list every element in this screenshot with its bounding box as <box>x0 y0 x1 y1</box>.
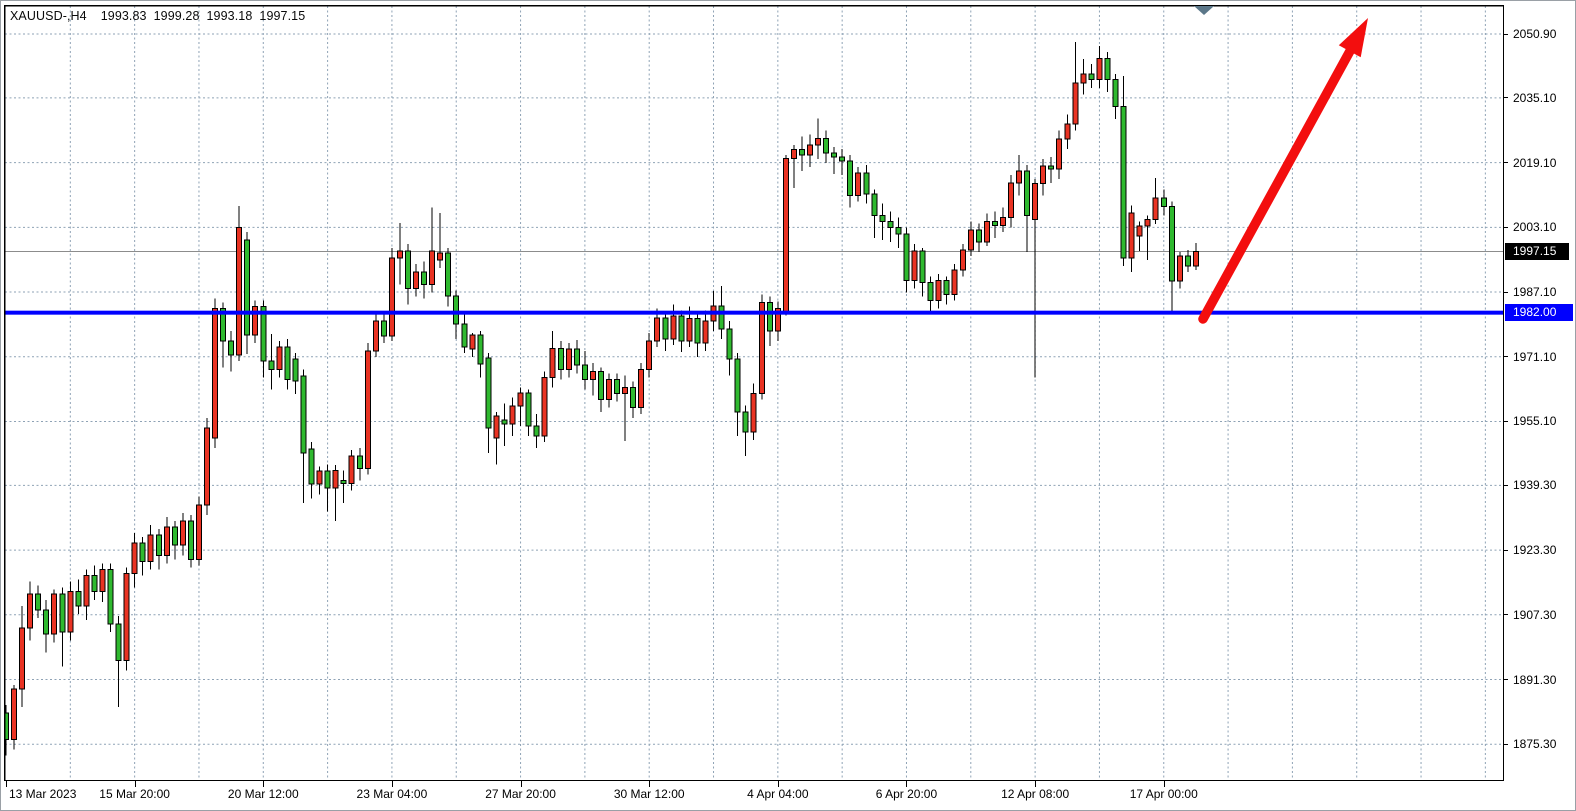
time-axis-label: 23 Mar 04:00 <box>347 787 437 801</box>
ohlc-readout: XAUUSD-,H4 1993.83 1999.28 1993.18 1997.15 <box>10 9 312 23</box>
price-axis-tick <box>1504 614 1508 615</box>
price-axis-tick <box>1504 485 1508 486</box>
price-axis-label: 2050.90 <box>1513 27 1556 41</box>
low-value: 1993.18 <box>207 9 253 23</box>
price-axis-tick <box>1504 744 1508 745</box>
time-axis-label: 6 Apr 20:00 <box>861 787 951 801</box>
time-axis-label: 27 Mar 20:00 <box>476 787 566 801</box>
price-axis-label: 1891.30 <box>1513 673 1556 687</box>
support-level-badge: 1982.00 <box>1505 304 1573 321</box>
price-axis-tick <box>1504 162 1508 163</box>
price-axis-tick <box>1504 34 1508 35</box>
price-axis-label: 1971.10 <box>1513 350 1556 364</box>
price-axis-label: 1987.10 <box>1513 285 1556 299</box>
chart-plot-area[interactable] <box>4 5 1504 781</box>
time-axis-label: 20 Mar 12:00 <box>218 787 308 801</box>
time-axis-label: 17 Apr 00:00 <box>1119 787 1209 801</box>
price-axis-tick <box>1504 679 1508 680</box>
time-axis-label: 12 Apr 08:00 <box>990 787 1080 801</box>
time-axis-tick <box>6 781 7 787</box>
price-axis-label: 1923.30 <box>1513 543 1556 557</box>
time-axis-label: 30 Mar 12:00 <box>604 787 694 801</box>
price-axis-tick <box>1504 227 1508 228</box>
price-axis-label: 2035.10 <box>1513 91 1556 105</box>
price-axis-tick <box>1504 550 1508 551</box>
support-line[interactable] <box>5 311 1503 315</box>
price-axis-label: 1939.30 <box>1513 478 1556 492</box>
chart-shift-indicator-icon[interactable] <box>1194 6 1214 15</box>
price-axis-label: 2003.10 <box>1513 220 1556 234</box>
time-axis-label: 4 Apr 04:00 <box>733 787 823 801</box>
close-value: 1997.15 <box>259 9 305 23</box>
price-axis-tick <box>1504 292 1508 293</box>
price-axis-tick <box>1504 97 1508 98</box>
time-axis-label: 15 Mar 20:00 <box>90 787 180 801</box>
candles-group <box>4 42 1198 755</box>
price-axis-label: 1955.10 <box>1513 414 1556 428</box>
trading-chart-window: XAUUSD-,H4 1993.83 1999.28 1993.18 1997.15 1… <box>0 0 1576 811</box>
price-axis-tick <box>1504 421 1508 422</box>
price-axis[interactable]: 1997.15 1982.00 2050.90 2035.10 2019.10 200… <box>1504 1 1576 811</box>
candlestick-canvas[interactable] <box>4 5 1504 781</box>
price-axis-label: 1875.30 <box>1513 737 1556 751</box>
price-axis-tick <box>1504 356 1508 357</box>
symbol-timeframe-label: XAUUSD-,H4 <box>10 9 87 23</box>
price-axis-label: 2019.10 <box>1513 156 1556 170</box>
open-value: 1993.83 <box>101 9 147 23</box>
high-value: 1999.28 <box>154 9 200 23</box>
price-axis-label: 1907.30 <box>1513 608 1556 622</box>
trend-arrow-head[interactable] <box>1339 18 1368 57</box>
current-price-badge: 1997.15 <box>1505 243 1569 260</box>
time-axis-label: 13 Mar 2023 <box>9 787 76 801</box>
time-axis[interactable]: 13 Mar 2023 15 Mar 20:00 20 Mar 12:00 23 Ma… <box>1 783 1576 811</box>
trend-arrow-shaft[interactable] <box>1203 51 1350 319</box>
